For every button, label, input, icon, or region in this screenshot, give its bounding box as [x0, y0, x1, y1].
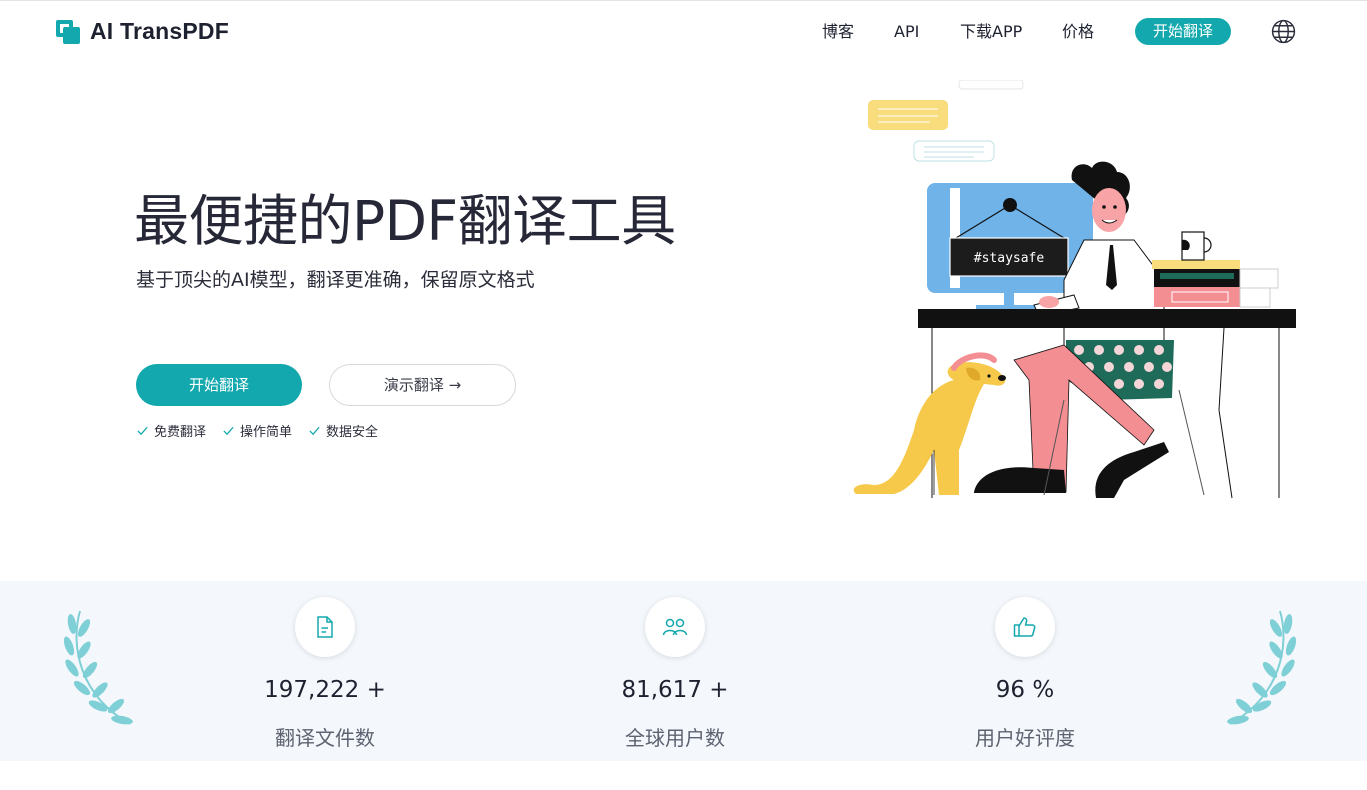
hero-illustration: #staysafe — [853, 80, 1296, 499]
hero-title: 最便捷的PDF翻译工具 — [134, 189, 676, 253]
laurel-left-icon — [63, 610, 133, 725]
stat-value: 96 % — [995, 677, 1055, 703]
nav-item-blog[interactable]: 博客 — [822, 18, 854, 46]
stat-icon-circle — [295, 597, 355, 657]
stat-label: 翻译文件数 — [275, 726, 375, 750]
globe-icon[interactable] — [1271, 19, 1296, 44]
stat-value: 81,617 + — [621, 677, 729, 703]
illustration-sign-text: #staysafe — [974, 251, 1045, 266]
nav-start-translate-button[interactable]: 开始翻译 — [1135, 18, 1231, 45]
users-icon — [662, 618, 688, 636]
laurel-right-icon — [1227, 610, 1297, 725]
feature-item: 免费翻译 — [136, 421, 206, 440]
nav-item-download-app[interactable]: 下载APP — [960, 18, 1022, 46]
stat-icon-circle — [645, 597, 705, 657]
feature-label: 免费翻译 — [154, 425, 207, 440]
feature-item: 数据安全 — [308, 421, 378, 440]
feature-item: 操作简单 — [222, 421, 292, 440]
check-icon — [223, 426, 234, 436]
thumbs-up-icon — [1013, 617, 1036, 637]
demo-translate-button[interactable]: 演示翻译 → — [329, 364, 516, 406]
stat-value: 197,222 + — [264, 677, 386, 703]
stat-icon-circle — [995, 597, 1055, 657]
nav: 博客 API 下载APP 价格 开始翻译 — [0, 18, 1367, 46]
feature-list: 免费翻译 操作简单 数据安全 — [136, 421, 394, 440]
document-icon — [317, 616, 333, 638]
start-translate-button[interactable]: 开始翻译 — [136, 364, 302, 406]
nav-item-pricing[interactable]: 价格 — [1062, 18, 1094, 46]
header: AI TransPDF 博客 API 下载APP 价格 开始翻译 — [0, 1, 1367, 61]
check-icon — [137, 426, 148, 436]
feature-label: 操作简单 — [240, 425, 293, 440]
stat-label: 全球用户数 — [625, 726, 725, 750]
hero-subtitle: 基于顶尖的AI模型，翻译更准确，保留原文格式 — [136, 269, 535, 291]
stats-section: 197,222 + 翻译文件数 81,617 + 全球用户数 96 % 用户好评… — [0, 581, 1367, 761]
nav-item-api[interactable]: API — [894, 18, 919, 46]
feature-label: 数据安全 — [326, 425, 379, 440]
stat-label: 用户好评度 — [975, 726, 1075, 750]
check-icon — [309, 426, 320, 436]
